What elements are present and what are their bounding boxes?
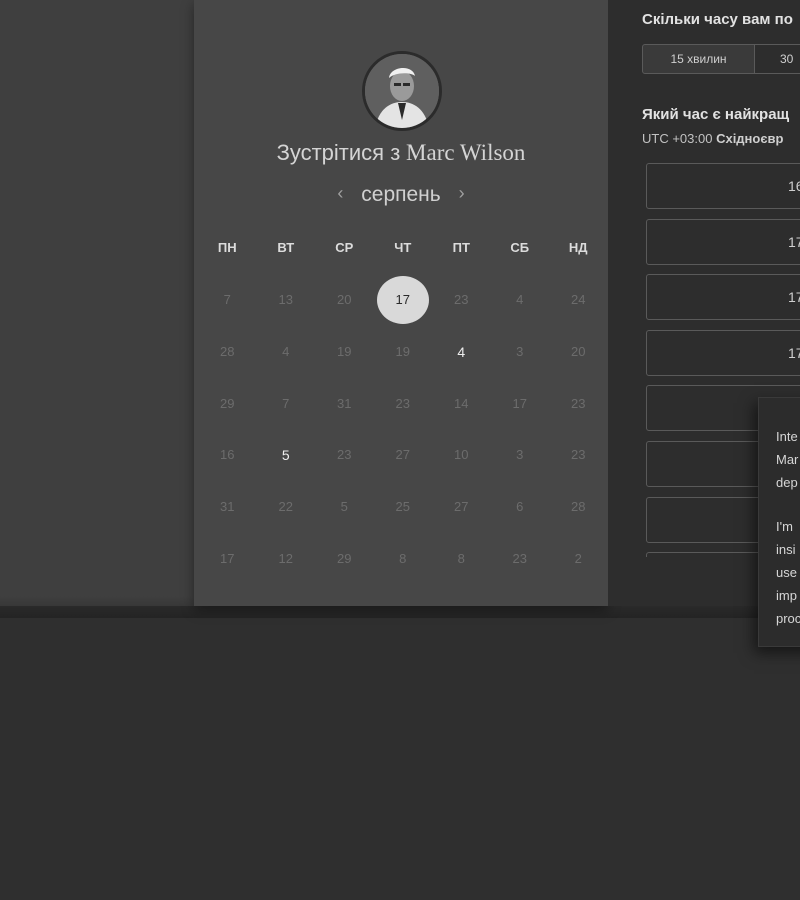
calendar-day-disabled: 22 <box>278 499 293 515</box>
time-slot-button[interactable]: 17 <box>646 218 800 265</box>
calendar-day-disabled: 8 <box>457 550 465 566</box>
calendar-day-disabled: 24 <box>571 292 586 308</box>
weekday-label: ПН <box>217 240 237 255</box>
calendar-day-disabled: 16 <box>220 447 235 463</box>
weekday-label: ПТ <box>452 240 470 255</box>
host-avatar <box>362 51 442 131</box>
host-bio-popover: Inte Mar dep I'm insi use imp proc <box>758 397 800 647</box>
calendar-day-disabled: 23 <box>337 447 352 463</box>
calendar-day-disabled: 23 <box>395 395 410 411</box>
calendar-day-disabled: 28 <box>220 344 235 360</box>
calendar-day-disabled: 27 <box>395 447 410 463</box>
calendar-day-disabled: 23 <box>571 447 586 463</box>
chevron-left-icon[interactable]: ‹ <box>325 183 355 204</box>
meeting-title: Зустрітися з Marc Wilson <box>194 140 608 166</box>
calendar-day-disabled: 25 <box>395 499 410 515</box>
calendar-day-disabled: 3 <box>516 447 524 463</box>
calendar-day-disabled: 4 <box>282 344 290 360</box>
calendar-day-disabled: 29 <box>220 395 235 411</box>
calendar-day-disabled: 19 <box>337 344 352 360</box>
person-photo-icon <box>365 54 439 128</box>
calendar-day-disabled: 17 <box>512 395 527 411</box>
calendar-day-disabled: 23 <box>571 395 586 411</box>
time-slot-button[interactable]: 17 <box>646 274 800 321</box>
weekday-label: ЧТ <box>394 240 412 255</box>
calendar-day-available[interactable]: 5 <box>257 429 316 481</box>
duration-question: Скільки часу вам по <box>642 11 793 28</box>
calendar-day-disabled: 17 <box>220 550 235 566</box>
calendar-day-disabled: 13 <box>278 292 293 308</box>
calendar-day-disabled: 28 <box>571 499 586 515</box>
calendar-day-disabled: 7 <box>223 292 231 308</box>
bio-line: Inte <box>776 429 798 444</box>
calendar-day-disabled: 20 <box>571 344 586 360</box>
calendar-day-disabled: 14 <box>454 395 469 411</box>
calendar-day-disabled: 2 <box>574 550 582 566</box>
calendar-day-disabled: 23 <box>454 292 469 308</box>
bio-line: dep <box>776 475 798 490</box>
calendar-day-disabled: 10 <box>454 447 469 463</box>
weekday-header: ПН ВТ СР ЧТ ПТ СБ НД <box>198 240 608 255</box>
calendar-day-disabled: 20 <box>337 292 352 308</box>
time-slot-button[interactable]: 17 <box>646 329 800 376</box>
calendar-card: Зустрітися з Marc Wilson ‹ серпень › ПН … <box>194 0 608 606</box>
bio-line: Mar <box>776 452 799 467</box>
month-navigation: ‹ серпень › <box>194 183 608 207</box>
timezone-name: Східноєвр <box>716 131 784 146</box>
calendar-day-selected[interactable]: 17 <box>374 274 433 326</box>
calendar-day-disabled: 5 <box>340 499 348 515</box>
calendar-day-disabled: 7 <box>282 395 290 411</box>
calendar-day-disabled: 8 <box>399 550 407 566</box>
calendar-day-disabled: 23 <box>512 550 527 566</box>
calendar-grid: 7 13 20 17 23 4 24 28 4 19 19 4 3 20 29 … <box>198 274 608 584</box>
weekday-label: СР <box>335 240 354 255</box>
weekday-label: СБ <box>510 240 530 255</box>
weekday-label: ВТ <box>277 240 295 255</box>
title-prefix: Зустрітися з <box>276 140 401 165</box>
duration-option-15[interactable]: 15 хвилин <box>642 44 755 74</box>
bio-line: proc <box>776 611 800 626</box>
calendar-day-disabled: 12 <box>278 550 293 566</box>
calendar-day-disabled: 31 <box>337 395 352 411</box>
host-name: Marc Wilson <box>406 140 526 165</box>
calendar-day-disabled: 6 <box>516 499 524 515</box>
time-slot-button[interactable]: 16 <box>646 163 800 209</box>
calendar-day-disabled: 4 <box>516 292 524 308</box>
timezone-label: UTC +03:00 Східноєвр <box>642 131 783 146</box>
weekday-label: НД <box>568 240 588 255</box>
calendar-day-disabled: 27 <box>454 499 469 515</box>
timezone-offset: UTC +03:00 <box>642 131 713 146</box>
chevron-right-icon[interactable]: › <box>447 183 477 204</box>
duration-selector: 15 хвилин 30 <box>642 44 800 74</box>
calendar-day-disabled: 3 <box>516 344 524 360</box>
calendar-day-available[interactable]: 4 <box>432 326 491 378</box>
calendar-day-disabled: 31 <box>220 499 235 515</box>
bio-line: imp <box>776 588 797 603</box>
bio-line: use <box>776 565 797 580</box>
calendar-day-disabled: 29 <box>337 550 352 566</box>
bio-line: I'm <box>776 519 793 534</box>
bio-line: insi <box>776 542 796 557</box>
duration-option-30[interactable]: 30 <box>755 44 800 74</box>
time-question: Який час є найкращ <box>642 106 790 123</box>
calendar-day-disabled: 19 <box>395 344 410 360</box>
month-label: серпень <box>361 183 441 206</box>
